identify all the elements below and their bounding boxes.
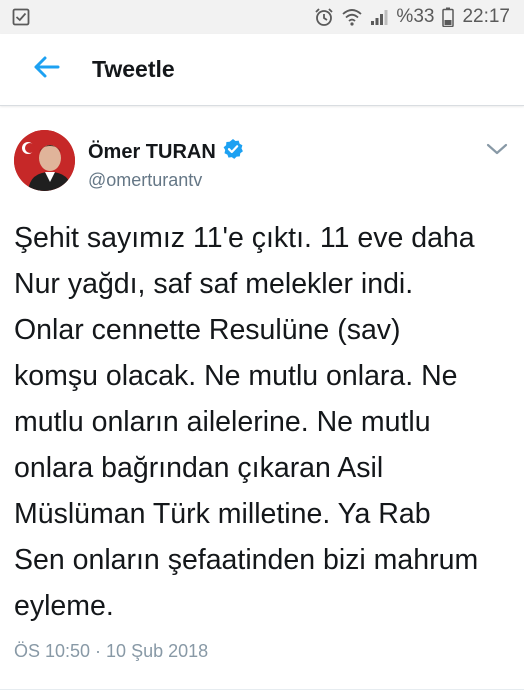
- battery-icon: [442, 7, 455, 27]
- tweet-text: Şehit sayımız 11'e çıktı. 11 eve daha Nu…: [14, 215, 514, 629]
- page-title: Tweetle: [92, 56, 175, 82]
- back-button[interactable]: [22, 46, 70, 94]
- tweet-text-line: Nur yağdı, saf saf melekler indi.: [14, 268, 414, 300]
- tweet-author: Ömer TURAN @omerturantv: [14, 130, 514, 200]
- tweet-text-line: komşu olacak. Ne mutlu onlara. Ne: [14, 360, 458, 392]
- verified-badge-icon: [222, 138, 244, 166]
- tweet-text-line: mutlu onların ailelerine. Ne mutlu: [14, 406, 431, 438]
- signal-icon: [370, 8, 388, 26]
- clock: 22:17: [462, 6, 510, 27]
- author-name[interactable]: Ömer TURAN: [88, 141, 216, 164]
- battery-percent: %33: [396, 6, 435, 27]
- tweet-text-line: Müslüman Türk milletine. Ya Rab: [14, 498, 431, 530]
- app-header: Tweetle: [0, 34, 524, 106]
- tweet-timestamp: ÖS 10:50 · 10 Şub 2018: [14, 641, 209, 661]
- tweet-text-line: Sen onların şefaatinden bizi mahrum: [14, 544, 479, 576]
- chevron-down-icon: [485, 141, 509, 162]
- wifi-icon: [342, 8, 363, 26]
- tweet-text-line: Şehit sayımız 11'e çıktı. 11 eve daha: [14, 222, 475, 254]
- tweet-options-button[interactable]: [482, 136, 512, 166]
- alarm-icon: [314, 7, 334, 27]
- avatar[interactable]: [14, 130, 75, 191]
- status-bar: %33 22:17: [0, 0, 524, 34]
- author-handle[interactable]: @omerturantv: [88, 170, 202, 191]
- tweet-text-line: eyleme.: [14, 590, 114, 622]
- author-name-row[interactable]: Ömer TURAN: [88, 138, 244, 166]
- checkbox-notification-icon: [12, 8, 30, 26]
- tweet-text-line: Onlar cennette Resulüne (sav): [14, 314, 401, 346]
- arrow-left-icon: [32, 55, 60, 84]
- tweet-text-line: onlara bağrından çıkaran Asil: [14, 452, 384, 484]
